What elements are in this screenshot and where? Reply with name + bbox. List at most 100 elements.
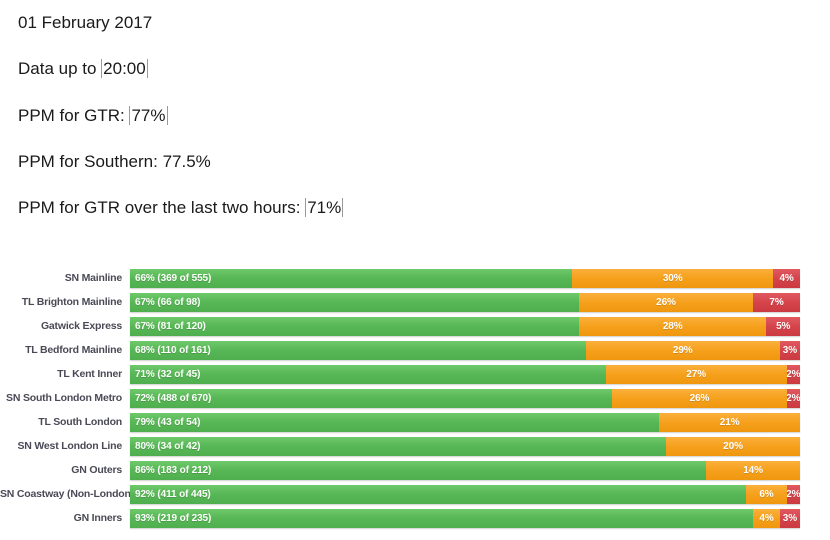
ppm-gtr-line: PPM for GTR: 77%	[18, 106, 830, 125]
report-date: 01 February 2017	[18, 14, 830, 31]
stacked-bar[interactable]: 86% (183 of 212) 14%	[130, 460, 800, 480]
bar-segment-on-time-label: 67% (66 of 98)	[135, 296, 201, 308]
bar-segment-very-late[interactable]: 3%	[779, 508, 800, 528]
stacked-bar[interactable]: 71% (32 of 45) 27% 2%	[130, 364, 800, 384]
data-up-to-label: Data up to	[18, 59, 102, 78]
chart-row: SN West London Line 80% (34 of 42) 20%	[0, 434, 830, 458]
stacked-bar[interactable]: 79% (43 of 54) 21%	[130, 412, 800, 432]
bar-segment-on-time[interactable]: 72% (488 of 670)	[130, 388, 613, 408]
stacked-bar[interactable]: 72% (488 of 670) 26% 2%	[130, 388, 800, 408]
bar-segment-on-time-label: 80% (34 of 42)	[135, 440, 201, 452]
bar-segment-late-label: 4%	[759, 512, 774, 524]
bar-segment-late[interactable]: 26%	[578, 292, 754, 312]
bar-segment-very-late-label: 4%	[779, 272, 794, 284]
stacked-bar[interactable]: 67% (81 of 120) 28% 5%	[130, 316, 800, 336]
bar-segment-very-late[interactable]: 4%	[773, 268, 800, 288]
chart-row-label: Gatwick Express	[40, 320, 122, 332]
data-up-to-value[interactable]: 20:00	[101, 59, 148, 78]
bar-segment-late[interactable]: 20%	[666, 436, 800, 456]
bar-segment-late-label: 28%	[662, 320, 683, 332]
chart-row: TL Bedford Mainline 68% (110 of 161) 29% 3%	[0, 338, 830, 362]
chart-row: SN South London Metro 72% (488 of 670) 26%…	[0, 386, 830, 410]
bar-segment-on-time[interactable]: 93% (219 of 235)	[130, 508, 754, 528]
bar-segment-late-label: 6%	[759, 488, 774, 500]
chart-row: GN Inners 93% (219 of 235) 4% 3%	[0, 506, 830, 530]
chart-row: TL Kent Inner 71% (32 of 45) 27% 2%	[0, 362, 830, 386]
bar-segment-late[interactable]: 26%	[612, 388, 787, 408]
bar-segment-on-time-label: 86% (183 of 212)	[135, 464, 212, 476]
bar-segment-on-time-label: 68% (110 of 161)	[135, 344, 211, 356]
bar-segment-very-late-label: 2%	[786, 488, 800, 500]
ppm-gtr-value[interactable]: 77%	[129, 106, 168, 125]
chart-row-label: GN Inners	[73, 512, 123, 524]
bar-segment-very-late-label: 7%	[769, 296, 784, 308]
summary-header: 01 February 2017 Data up to 20:00 PPM fo…	[0, 0, 830, 217]
bar-segment-very-late-label: 2%	[786, 392, 800, 404]
bar-segment-on-time[interactable]: 79% (43 of 54)	[130, 412, 660, 432]
chart-row-label: TL Brighton Mainline	[21, 296, 122, 308]
bar-segment-on-time-label: 72% (488 of 670)	[135, 392, 212, 404]
ppm-southern-label: PPM for Southern:	[18, 152, 163, 171]
stacked-bar[interactable]: 67% (66 of 98) 26% 7%	[130, 292, 800, 312]
bar-segment-very-late-label: 2%	[786, 368, 800, 380]
chart-row: TL Brighton Mainline 67% (66 of 98) 26% 7%	[0, 290, 830, 314]
chart-row-label: SN West London Line	[17, 440, 122, 452]
bar-segment-late[interactable]: 4%	[753, 508, 780, 528]
bar-segment-very-late[interactable]: 3%	[779, 340, 800, 360]
chart-row-label: TL South London	[38, 416, 122, 428]
stacked-bar[interactable]: 80% (34 of 42) 20%	[130, 436, 800, 456]
stacked-bar[interactable]: 93% (219 of 235) 4% 3%	[130, 508, 800, 528]
chart-row: Gatwick Express 67% (81 of 120) 28% 5%	[0, 314, 830, 338]
bar-segment-late-label: 14%	[743, 464, 763, 476]
bar-segment-late[interactable]: 21%	[659, 412, 800, 432]
bar-segment-late[interactable]: 14%	[706, 460, 800, 480]
bar-segment-very-late-label: 5%	[776, 320, 791, 332]
bar-segment-late[interactable]: 30%	[572, 268, 774, 288]
bar-segment-very-late-label: 3%	[782, 512, 798, 524]
bar-segment-late[interactable]: 29%	[585, 340, 780, 360]
bar-segment-on-time[interactable]: 67% (66 of 98)	[130, 292, 579, 312]
bar-segment-on-time-label: 66% (369 of 555)	[135, 272, 212, 284]
data-up-to-line: Data up to 20:00	[18, 59, 830, 78]
bar-segment-very-late[interactable]: 2%	[786, 484, 800, 504]
bar-segment-late[interactable]: 27%	[605, 364, 787, 384]
chart-row-label: SN Coastway (Non-London)	[0, 488, 135, 500]
chart-row: TL South London 79% (43 of 54) 21%	[0, 410, 830, 434]
stacked-bar[interactable]: 68% (110 of 161) 29% 3%	[130, 340, 800, 360]
bar-segment-on-time-label: 67% (81 of 120)	[135, 320, 206, 332]
bar-segment-on-time-label: 92% (411 of 445)	[135, 488, 211, 500]
bar-segment-on-time[interactable]: 68% (110 of 161)	[130, 340, 586, 360]
bar-segment-on-time-label: 93% (219 of 235)	[135, 512, 212, 524]
bar-segment-very-late[interactable]: 7%	[753, 292, 800, 312]
ppm-stacked-bar-chart: SN Mainline 66% (369 of 555) 30% 4% TL Brigh…	[0, 266, 830, 540]
bar-segment-late-label: 21%	[719, 416, 740, 428]
bar-segment-on-time[interactable]: 86% (183 of 212)	[130, 460, 707, 480]
bar-segment-late-label: 29%	[672, 344, 693, 356]
chart-row-label: SN Mainline	[64, 272, 123, 284]
ppm-gtr-two-hours-label: PPM for GTR over the last two hours:	[18, 198, 306, 217]
chart-row: SN Coastway (Non-London) 92% (411 of 445)…	[0, 482, 830, 506]
bar-segment-very-late[interactable]: 5%	[766, 316, 800, 336]
ppm-southern-value: 77.5%	[162, 152, 211, 171]
chart-row: GN Outers 86% (183 of 212) 14%	[0, 458, 830, 482]
bar-segment-on-time-label: 79% (43 of 54)	[135, 416, 201, 428]
ppm-gtr-two-hours-value[interactable]: 71%	[305, 198, 344, 217]
bar-segment-on-time[interactable]: 67% (81 of 120)	[130, 316, 579, 336]
bar-segment-late[interactable]: 28%	[578, 316, 767, 336]
stacked-bar[interactable]: 66% (369 of 555) 30% 4%	[130, 268, 800, 288]
bar-segment-late-label: 27%	[686, 368, 706, 380]
bar-segment-late[interactable]: 6%	[746, 484, 787, 504]
bar-segment-on-time[interactable]: 66% (369 of 555)	[130, 268, 573, 288]
bar-segment-on-time[interactable]: 92% (411 of 445)	[130, 484, 747, 504]
bar-segment-on-time[interactable]: 71% (32 of 45)	[130, 364, 606, 384]
bar-segment-very-late[interactable]: 2%	[786, 388, 800, 408]
bar-segment-very-late[interactable]: 2%	[786, 364, 800, 384]
bar-segment-late-label: 30%	[662, 272, 683, 284]
bar-segment-very-late-label: 3%	[782, 344, 798, 356]
bar-segment-on-time[interactable]: 80% (34 of 42)	[130, 436, 666, 456]
bar-segment-late-label: 20%	[723, 440, 743, 452]
ppm-gtr-two-hours-line: PPM for GTR over the last two hours: 71%	[18, 198, 830, 217]
report-date-text: 01 February 2017	[18, 13, 153, 32]
ppm-southern-line: PPM for Southern: 77.5%	[18, 153, 830, 170]
stacked-bar[interactable]: 92% (411 of 445) 6% 2%	[130, 484, 800, 504]
